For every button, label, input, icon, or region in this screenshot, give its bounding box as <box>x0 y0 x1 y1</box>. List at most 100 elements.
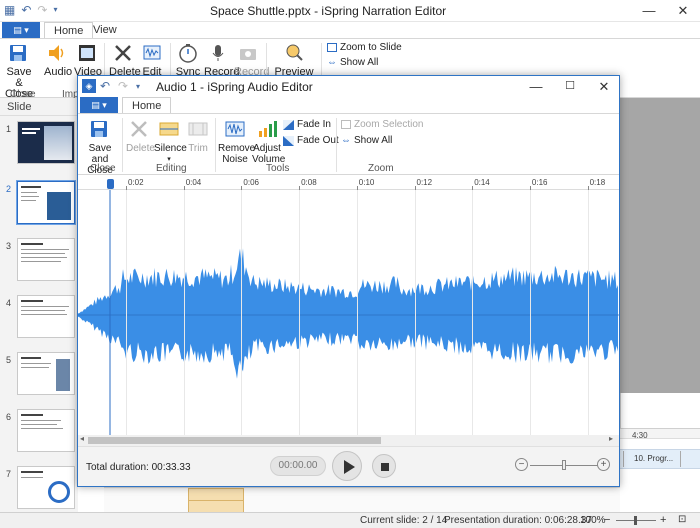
slide-thumbnail[interactable] <box>17 466 75 509</box>
trim-button[interactable]: Trim <box>186 118 210 154</box>
delete-button[interactable]: Delete <box>109 42 141 78</box>
ruler-tick-label: 0:12 <box>416 178 433 187</box>
record-button[interactable]: Record <box>204 42 239 78</box>
fade-in-button[interactable]: Fade In <box>283 119 331 130</box>
wave-zoom-in-icon[interactable]: + <box>597 458 610 471</box>
zoom-in-icon[interactable]: + <box>660 514 666 526</box>
audio-redo-icon[interactable]: ↷ <box>118 79 128 93</box>
slide-notes-area <box>620 393 700 428</box>
audio-button[interactable]: Audio <box>44 42 73 78</box>
qat-dropdown-icon[interactable]: ▾ <box>53 3 57 17</box>
delete-x-icon <box>115 45 131 61</box>
group-editing-label: Editing <box>156 163 187 174</box>
audio-close-button[interactable]: ✕ <box>587 76 621 97</box>
audio-undo-icon[interactable]: ↶ <box>100 79 110 93</box>
audio-maximize-button[interactable]: ☐ <box>553 76 587 97</box>
audio-qat-dropdown-icon[interactable]: ▾ <box>136 80 140 94</box>
adjust-volume-button[interactable]: Adjust Volume <box>252 118 285 165</box>
outer-tab-bar: ▤ ▾ Home View <box>0 22 700 38</box>
video-icon <box>79 45 95 61</box>
horizontal-scrollbar[interactable]: ◂ ▸ <box>78 434 619 446</box>
undo-icon[interactable]: ↶ <box>21 3 31 17</box>
sync-button[interactable]: Sync <box>174 42 202 78</box>
audio-editor-title-bar: ◈ ↶ ↷ ▾ Audio 1 - iSpring Audio Editor —… <box>78 76 619 97</box>
slide-thumbnail-selected[interactable] <box>17 181 75 224</box>
scrollbar-thumb[interactable] <box>88 437 381 444</box>
grid-line <box>183 190 185 435</box>
show-all-label: Show All <box>340 57 379 68</box>
ruler-tick-label: 0:08 <box>301 178 317 187</box>
show-all-button[interactable]: ⇔ Show All <box>327 57 378 68</box>
zoom-selection-button[interactable]: Zoom Selection <box>341 119 423 130</box>
show-all-icon: ⇔ <box>341 135 351 146</box>
status-bar: Current slide: 2 / 14 Presentation durat… <box>0 512 700 528</box>
grid-line <box>472 190 474 435</box>
zoom-level: 100% <box>580 515 606 526</box>
current-time-display: 00:00.00 <box>270 456 326 476</box>
timeline-slide-clip[interactable]: 10. Progr... <box>634 454 673 463</box>
fade-in-label: Fade In <box>297 119 331 130</box>
scroll-left-icon[interactable]: ◂ <box>80 434 84 443</box>
show-all-icon: ⇔ <box>327 57 337 68</box>
window-title: Space Shuttle.pptx - iSpring Narration E… <box>210 4 447 18</box>
current-slide-status: Current slide: 2 / 14 <box>360 515 448 526</box>
audio-tab-home[interactable]: Home <box>122 97 172 113</box>
redo-icon[interactable]: ↷ <box>37 3 47 17</box>
camera-icon <box>240 49 256 60</box>
trim-label: Trim <box>188 143 208 154</box>
fade-in-icon <box>283 119 294 130</box>
grid-line <box>529 190 531 435</box>
app-menu-button[interactable]: ▤ ▾ <box>2 22 40 38</box>
outer-title-bar: ▦ ↶ ↷ ▾ Space Shuttle.pptx - iSpring Nar… <box>0 0 700 22</box>
stop-icon <box>381 463 389 471</box>
edit-button[interactable]: Edit <box>139 42 165 78</box>
wave-zoom-slider-handle[interactable] <box>562 460 566 470</box>
time-ruler[interactable]: 0:02 0:04 0:06 0:08 0:10 0:12 0:14 0:16 0:18 <box>78 176 619 190</box>
play-button[interactable] <box>332 451 362 481</box>
slide-thumbnail[interactable] <box>17 409 75 452</box>
silence-button[interactable]: Silence ▾ <box>154 118 187 165</box>
tab-view[interactable]: View <box>84 22 126 38</box>
fade-out-icon <box>283 135 294 146</box>
wave-zoom-out-icon[interactable]: − <box>515 458 528 471</box>
fit-icon[interactable]: ⊡ <box>678 514 686 525</box>
audio-delete-label: Delete <box>126 143 155 154</box>
ruler-tick-label: 0:18 <box>589 178 606 187</box>
stop-button[interactable] <box>372 454 396 478</box>
thumb-number: 2 <box>6 184 12 194</box>
presentation-duration-status: Presentation duration: 0:06:28.37 <box>444 515 592 526</box>
audio-delete-button[interactable]: Delete <box>126 118 155 154</box>
ruler-tick-label: 0:06 <box>243 178 259 187</box>
volume-bars-icon <box>259 121 277 137</box>
playhead-marker[interactable] <box>107 179 114 189</box>
fade-out-label: Fade Out <box>297 135 339 146</box>
ribbon-separator <box>336 118 337 172</box>
waveform-area[interactable] <box>78 190 619 435</box>
slide-thumbnail[interactable] <box>17 121 75 164</box>
save-icon <box>91 121 107 137</box>
slide-canvas-area <box>620 98 700 393</box>
slide-thumbnail[interactable] <box>17 238 75 281</box>
zoom-to-slide-button[interactable]: Zoom to Slide <box>327 42 402 53</box>
slide-thumbnail[interactable] <box>17 352 75 395</box>
record-video-button[interactable]: Record <box>234 42 269 78</box>
grid-line <box>587 190 589 435</box>
audio-app-menu-button[interactable]: ▤ ▾ <box>80 97 118 113</box>
minimize-button[interactable]: — <box>632 0 666 22</box>
zoom-slider-handle[interactable] <box>634 516 637 525</box>
audio-show-all-button[interactable]: ⇔ Show All <box>341 135 392 146</box>
slide-thumbnails-header: Slide Thumbnails <box>0 98 78 131</box>
remove-noise-button[interactable]: Remove Noise <box>218 118 255 165</box>
close-window-button[interactable]: ✕ <box>666 0 700 22</box>
audio-label: Audio <box>44 66 73 78</box>
scroll-right-icon[interactable]: ▸ <box>609 434 613 443</box>
audio-minimize-button[interactable]: — <box>519 76 553 97</box>
group-tools-label: Tools <box>266 163 290 174</box>
remove-noise-icon <box>225 121 245 137</box>
video-button[interactable]: Video <box>74 42 102 78</box>
save-icon <box>10 45 26 61</box>
slide-thumbnail[interactable] <box>17 295 75 338</box>
fade-out-button[interactable]: Fade Out <box>283 135 339 146</box>
zoom-out-icon[interactable]: − <box>604 514 610 526</box>
thumb-number: 3 <box>6 241 12 251</box>
